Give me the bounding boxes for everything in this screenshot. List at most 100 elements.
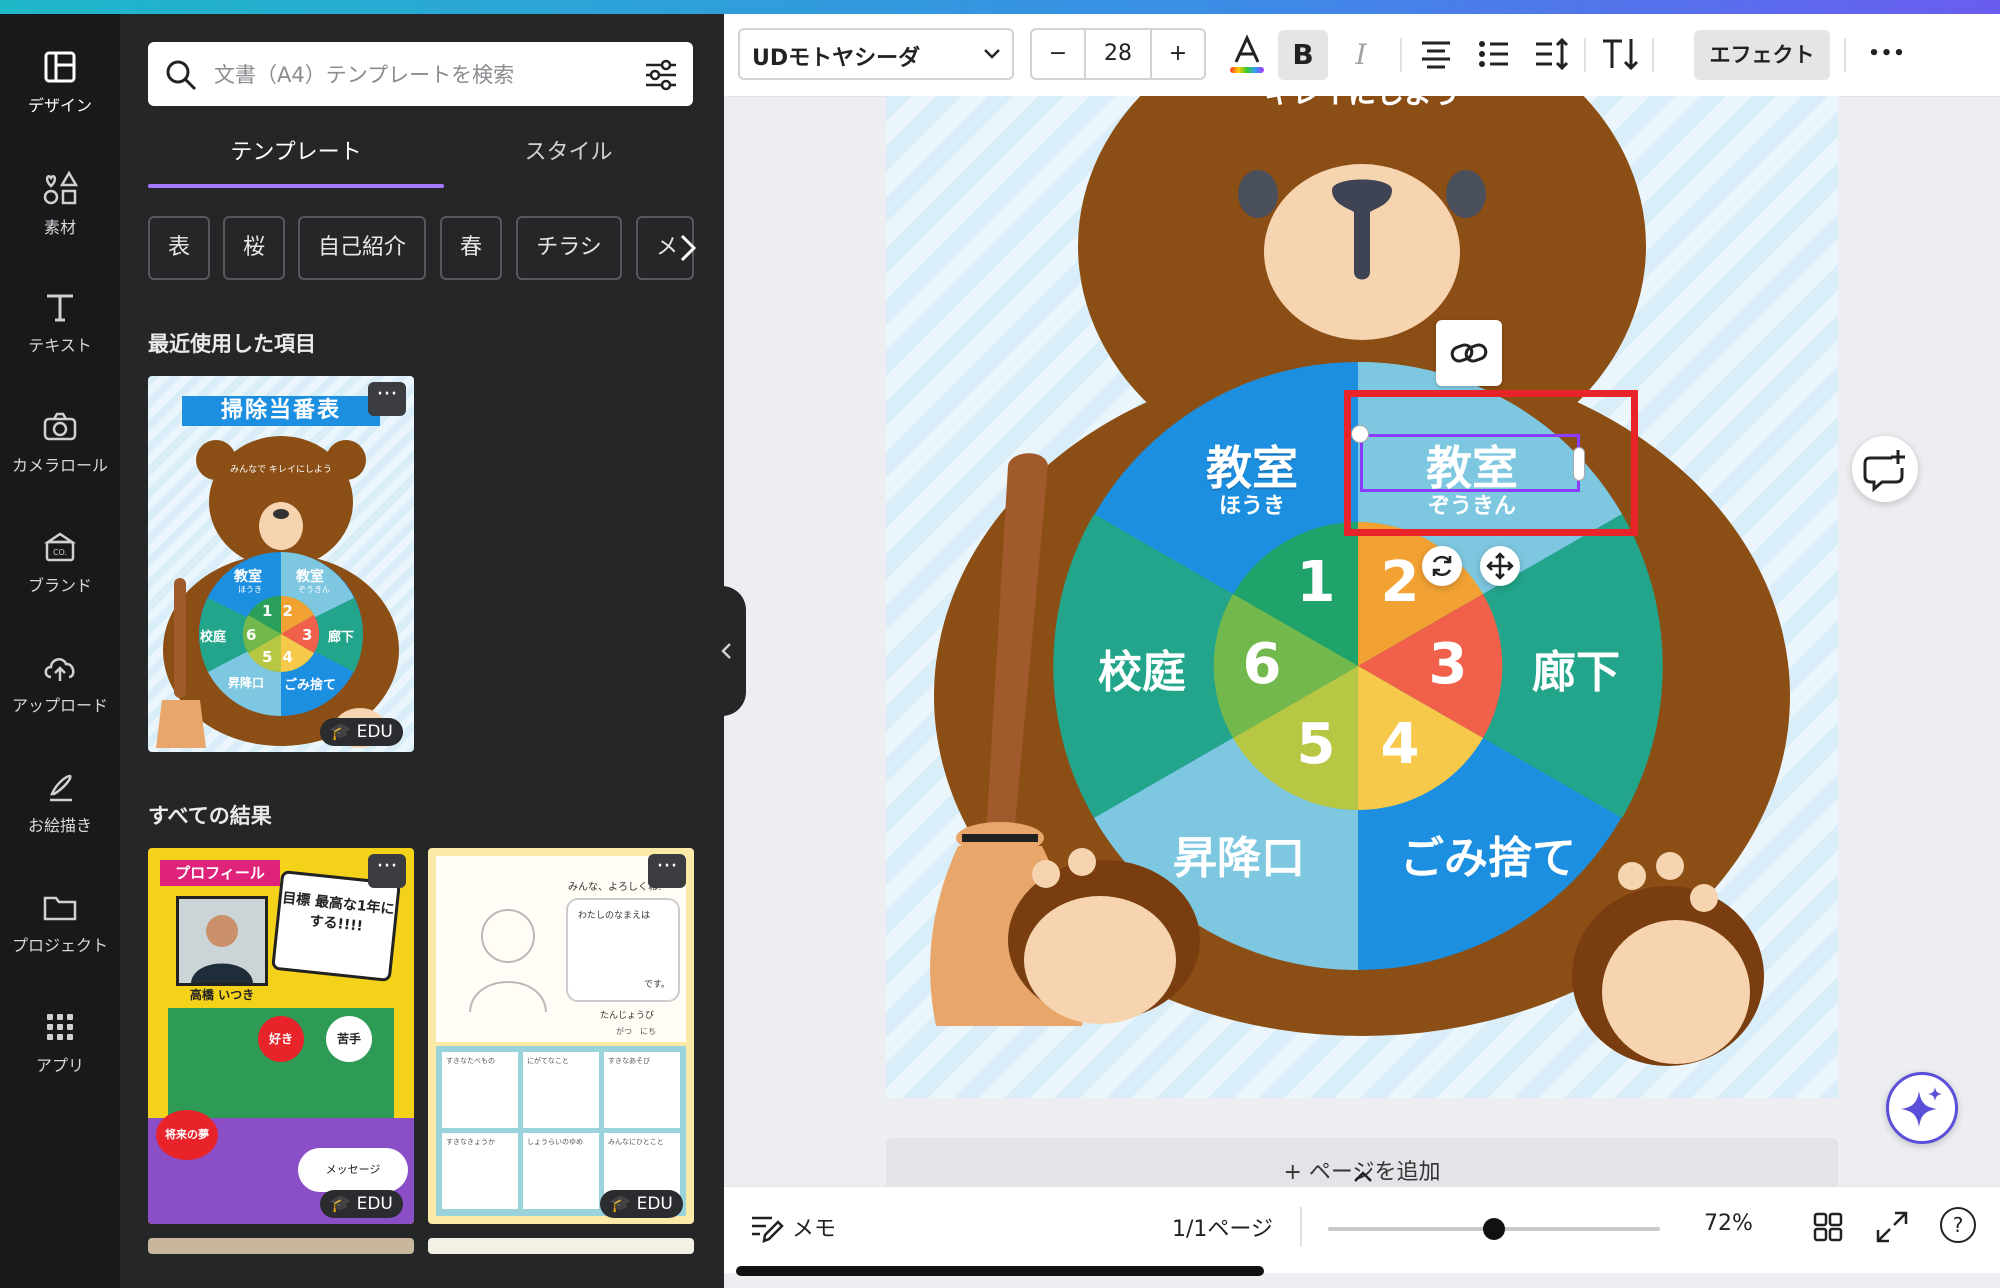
move-handle[interactable] — [1480, 546, 1520, 586]
result2-cell: すきなたべもの — [442, 1052, 518, 1128]
chevron-right-icon[interactable] — [676, 232, 700, 264]
bullet-list-icon[interactable] — [1476, 36, 1512, 72]
toolbar-divider — [1652, 38, 1654, 72]
design-page[interactable]: キレイにしよう 教室 ほうき 教室 ぞうきん 廊下 ごみ捨て 昇降口 校庭 1 … — [886, 96, 1838, 1098]
rail-camera-roll[interactable]: カメラロール — [0, 390, 120, 500]
memo-label[interactable]: メモ — [792, 1211, 836, 1243]
area-label-trash[interactable]: ごみ捨て — [1378, 822, 1598, 886]
line-spacing-icon[interactable] — [1532, 36, 1570, 72]
graduation-cap-icon: 🎓 — [330, 1194, 352, 1214]
result2-cell: すきなきょうか — [442, 1133, 518, 1209]
link-button[interactable] — [1436, 320, 1502, 386]
thumb-number: 6 — [246, 626, 257, 644]
wheel-number-5[interactable]: 5 — [1286, 712, 1346, 777]
area-label-hallway[interactable]: 廊下 — [1516, 636, 1636, 700]
text-toolbar: UDモトヤシーダ − 28 + B I エフェクト ••• — [724, 14, 2000, 97]
result1-more-button[interactable]: ··· — [368, 854, 406, 888]
selection-side-handle[interactable] — [1574, 448, 1584, 480]
panel-collapse-handle[interactable] — [710, 586, 746, 716]
font-size-value[interactable]: 28 — [1084, 30, 1152, 78]
tab-styles[interactable]: スタイル — [444, 130, 693, 188]
area-label-entrance[interactable]: 昇降口 — [1164, 822, 1314, 886]
rail-draw[interactable]: お絵描き — [0, 750, 120, 860]
align-center-icon[interactable] — [1418, 36, 1454, 72]
chip-table[interactable]: 表 — [148, 216, 210, 280]
rail-apps[interactable]: アプリ — [0, 990, 120, 1100]
bear-chore-wheel-illustration — [930, 96, 1790, 1066]
recent-template-thumb[interactable]: 掃除当番表 みんなで キレイにしよう 教室 ほうき 教室 ぞうきん 廊下 ごみ捨… — [148, 376, 414, 752]
decrease-font-size-button[interactable]: − — [1032, 30, 1084, 78]
wheel-number-3[interactable]: 3 — [1418, 632, 1478, 697]
text-color-icon[interactable] — [1224, 32, 1270, 78]
result-template-partial[interactable] — [428, 1238, 694, 1254]
magic-assistant-button[interactable] — [1886, 1072, 1958, 1144]
wheel-number-1[interactable]: 1 — [1286, 550, 1346, 615]
area-sub-broom[interactable]: ほうき — [1202, 488, 1302, 520]
tab-templates[interactable]: テンプレート — [148, 130, 444, 188]
effects-button[interactable]: エフェクト — [1694, 30, 1830, 80]
rail-projects[interactable]: プロジェクト — [0, 870, 120, 980]
fullscreen-icon[interactable] — [1874, 1209, 1910, 1245]
rail-uploads[interactable]: アップロード — [0, 630, 120, 740]
rail-design[interactable]: デザイン — [0, 30, 120, 140]
template-search[interactable] — [148, 42, 693, 106]
chevron-down-icon — [984, 49, 1000, 59]
area-label-schoolyard[interactable]: 校庭 — [1082, 636, 1202, 700]
rail-elements[interactable]: 素材 — [0, 150, 120, 260]
selection-corner-handle[interactable] — [1352, 426, 1368, 442]
add-comment-button[interactable] — [1852, 436, 1918, 502]
result1-dream-badge: 将来の夢 — [156, 1110, 218, 1160]
cloud-upload-icon — [44, 658, 75, 681]
home-indicator — [736, 1266, 1264, 1276]
zoom-slider-track[interactable] — [1328, 1218, 1660, 1240]
result2-month-day: がつ にち — [616, 1027, 656, 1036]
wheel-number-4[interactable]: 4 — [1370, 712, 1430, 777]
chip-sakura[interactable]: 桜 — [223, 216, 285, 280]
person-outline-icon — [469, 909, 547, 1012]
rotate-handle[interactable] — [1422, 546, 1462, 586]
more-options-button[interactable]: ••• — [1862, 36, 1912, 76]
font-size-stepper[interactable]: − 28 + — [1030, 28, 1206, 80]
edu-badge: 🎓 EDU — [600, 1190, 683, 1218]
filter-sliders-icon[interactable] — [644, 58, 678, 92]
wheel-number-2[interactable]: 2 — [1370, 550, 1430, 615]
chip-self-intro[interactable]: 自己紹介 — [298, 216, 426, 280]
bold-button[interactable]: B — [1278, 30, 1328, 80]
thumb-more-button[interactable]: ··· — [368, 382, 406, 416]
italic-button[interactable]: I — [1336, 30, 1386, 80]
search-input[interactable] — [212, 54, 616, 96]
result-template-partial[interactable] — [148, 1238, 414, 1254]
notes-icon[interactable] — [748, 1209, 784, 1245]
rotate-icon — [1432, 555, 1452, 577]
result-template-intro[interactable]: みんな、よろしくね! わたしのなまえは です。 たんじょうび がつ にち すきな… — [428, 848, 694, 1224]
rail-text[interactable]: テキスト — [0, 270, 120, 380]
zoom-level[interactable]: 72% — [1704, 1211, 1753, 1236]
result2-more-button[interactable]: ··· — [648, 854, 686, 888]
page-indicator[interactable]: 1/1ページ — [1172, 1211, 1273, 1243]
grid-view-icon[interactable] — [1810, 1209, 1846, 1245]
increase-font-size-button[interactable]: + — [1152, 30, 1204, 78]
rail-label: アップロード — [11, 696, 108, 715]
zoom-slider-knob[interactable] — [1483, 1218, 1505, 1240]
chevron-up-icon[interactable] — [1352, 1170, 1374, 1184]
result-template-profile[interactable]: プロフィール 高橋 いつき 目標 最高な1年にする!!!! 好き 苦手 将来の夢… — [148, 848, 414, 1224]
text-orientation-icon[interactable] — [1600, 34, 1640, 74]
thumb-numbers: 54 — [262, 648, 303, 666]
person-photo-icon — [179, 899, 265, 983]
wheel-number-6[interactable]: 6 — [1232, 632, 1292, 697]
chip-spring[interactable]: 春 — [440, 216, 502, 280]
font-family-select[interactable]: UDモトヤシーダ — [738, 28, 1014, 80]
result1-name: 高橋 いつき — [189, 988, 255, 1002]
help-button[interactable]: ? — [1940, 1207, 1976, 1243]
link-icon — [1450, 343, 1488, 363]
canvas-top-text[interactable]: キレイにしよう — [1242, 96, 1482, 110]
rail-brand[interactable]: CO. ブランド — [0, 510, 120, 620]
shapes-icon — [43, 170, 78, 205]
text-selection-box[interactable] — [1360, 434, 1580, 492]
left-rail: デザイン 素材 テキスト カメラロール CO. ブランド アップロード お絵描き… — [0, 14, 120, 1288]
result1-dislike-badge: 苦手 — [326, 1016, 372, 1062]
thumb-numbers: 12 — [262, 602, 303, 620]
graduation-cap-icon: 🎓 — [610, 1194, 632, 1214]
thumb-bear-illustration — [156, 436, 399, 748]
chip-flyer[interactable]: チラシ — [516, 216, 622, 280]
